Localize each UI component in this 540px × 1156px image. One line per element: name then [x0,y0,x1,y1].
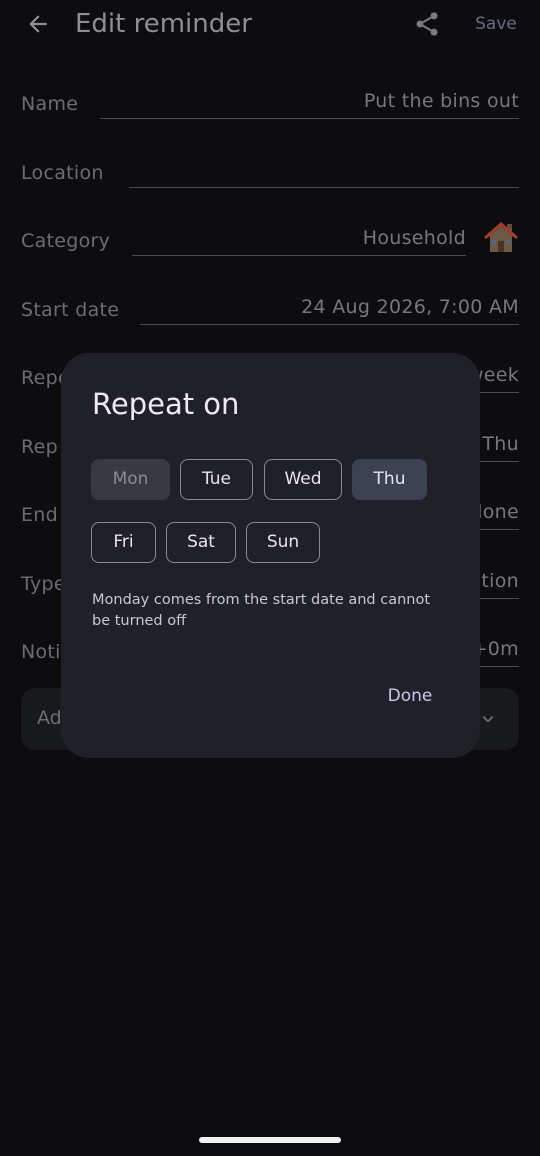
dialog-title: Repeat on [92,387,240,421]
day-chip-sat[interactable]: Sat [166,522,236,563]
day-chip-fri[interactable]: Fri [91,522,156,563]
arrow-back-icon [29,15,47,33]
category-value: Household [362,227,466,249]
day-chip-thu[interactable]: Thu [352,459,427,500]
type-label: Type [21,573,66,595]
day-chip-wed[interactable]: Wed [264,459,342,500]
location-row: Location [21,148,519,188]
name-row: Name Put the bins out [21,79,519,119]
name-label: Name [21,93,79,115]
share-button[interactable] [409,6,445,42]
location-label: Location [21,162,104,184]
house-icon [484,222,518,252]
category-row: Category Household [21,216,519,256]
notify-label: Noti [21,641,61,663]
advanced-label: Ad [37,707,62,729]
home-indicator[interactable] [199,1137,341,1143]
name-field[interactable]: Put the bins out [100,78,519,119]
start-date-label: Start date [21,299,120,321]
save-button[interactable]: Save [470,8,522,40]
repeat-on-value: Thu [482,433,519,455]
day-chip-sun[interactable]: Sun [246,522,320,563]
ends-value: lone [477,501,519,523]
share-icon [416,12,438,36]
ends-label: End [21,504,59,526]
name-value: Put the bins out [363,90,519,112]
repeat-on-label: Rep [21,436,58,458]
category-field[interactable]: Household [132,215,466,256]
category-label: Category [21,230,111,252]
location-field[interactable] [129,147,519,188]
day-chip-tue[interactable]: Tue [180,459,253,500]
back-button[interactable] [20,6,56,42]
start-date-row: Start date 24 Aug 2026, 7:00 AM [21,285,519,325]
start-date-field[interactable]: 24 Aug 2026, 7:00 AM [140,284,519,325]
day-chip-mon: Mon [91,459,170,500]
type-value: tion [481,570,519,592]
done-button[interactable]: Done [378,678,442,714]
app-bar: Edit reminder Save [0,0,540,50]
page-title: Edit reminder [75,9,252,39]
repeat-on-dialog: Repeat on Mon Tue Wed Thu Fri Sat Sun Mo… [61,353,480,758]
start-date-value: 24 Aug 2026, 7:00 AM [301,296,519,318]
chevron-down-icon [482,715,494,723]
dialog-note: Monday comes from the start date and can… [92,592,431,629]
edit-reminder-screen: Edit reminder Save Name Put the bins out… [0,0,540,1156]
